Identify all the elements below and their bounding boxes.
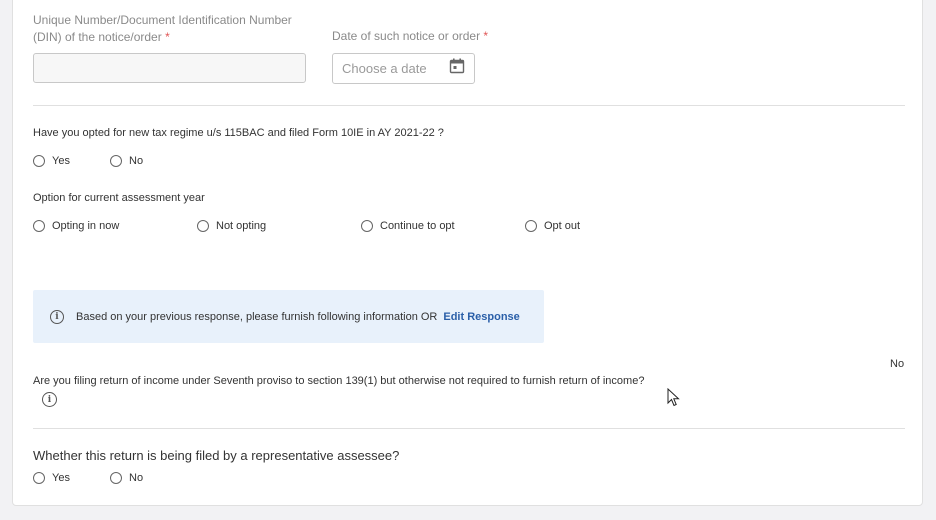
radio-label: Not opting: [216, 220, 267, 232]
date-placeholder: Choose a date: [342, 61, 427, 76]
seventh-proviso-answer: No: [890, 358, 905, 370]
din-input[interactable]: [33, 53, 306, 83]
radio-circle[interactable]: [361, 220, 373, 232]
radio-circle[interactable]: [33, 155, 45, 167]
radio-circle[interactable]: [33, 472, 45, 484]
representative-question: Whether this return is being filed by a …: [33, 448, 400, 463]
edit-response-link[interactable]: Edit Response: [443, 311, 519, 323]
radio-label: No: [129, 155, 144, 167]
radio-circle[interactable]: [197, 220, 209, 232]
opt-out-radio[interactable]: Opt out: [525, 220, 580, 232]
radio-circle[interactable]: [110, 472, 122, 484]
continue-to-opt-radio[interactable]: Continue to opt: [361, 220, 525, 232]
radio-label: Yes: [52, 155, 70, 167]
date-label: Date of such notice or order *: [332, 28, 488, 45]
mouse-pointer-icon: [667, 387, 681, 413]
seventh-proviso-question: Are you filing return of income under Se…: [33, 375, 645, 387]
radio-label: Yes: [52, 472, 70, 484]
tax-regime-no-radio[interactable]: No: [110, 155, 143, 167]
representative-options: Yes No: [33, 472, 143, 484]
not-opting-radio[interactable]: Not opting: [197, 220, 361, 232]
din-label: Unique Number/Document Identification Nu…: [33, 12, 292, 46]
current-year-question: Option for current assessment year: [33, 192, 205, 204]
din-label-line1: Unique Number/Document Identification Nu…: [33, 13, 292, 27]
representative-no-radio[interactable]: No: [110, 472, 143, 484]
radio-label: Opting in now: [52, 220, 120, 232]
radio-label: Opt out: [544, 220, 581, 232]
din-label-line2: (DIN) of the notice/order: [33, 30, 162, 44]
radio-label: Continue to opt: [380, 220, 455, 232]
info-banner: i Based on your previous response, pleas…: [33, 290, 544, 343]
radio-circle[interactable]: [33, 220, 45, 232]
tax-regime-options: Yes No: [33, 155, 143, 167]
form-card: Unique Number/Document Identification Nu…: [12, 0, 923, 506]
calendar-icon[interactable]: [449, 58, 465, 79]
radio-circle[interactable]: [110, 155, 122, 167]
representative-yes-radio[interactable]: Yes: [33, 472, 110, 484]
divider: [33, 428, 905, 429]
tax-regime-yes-radio[interactable]: Yes: [33, 155, 110, 167]
info-icon[interactable]: i: [42, 392, 57, 407]
current-year-options: Opting in now Not opting Continue to opt…: [33, 220, 580, 232]
required-asterisk: *: [165, 30, 170, 44]
date-label-text: Date of such notice or order: [332, 29, 481, 43]
info-banner-text: Based on your previous response, please …: [76, 310, 438, 323]
opting-in-now-radio[interactable]: Opting in now: [33, 220, 197, 232]
tax-regime-question: Have you opted for new tax regime u/s 11…: [33, 127, 444, 139]
radio-label: No: [129, 472, 144, 484]
radio-circle[interactable]: [525, 220, 537, 232]
info-icon: i: [50, 309, 64, 324]
divider: [33, 105, 905, 106]
date-picker[interactable]: Choose a date: [332, 53, 475, 84]
required-asterisk: *: [483, 29, 489, 43]
